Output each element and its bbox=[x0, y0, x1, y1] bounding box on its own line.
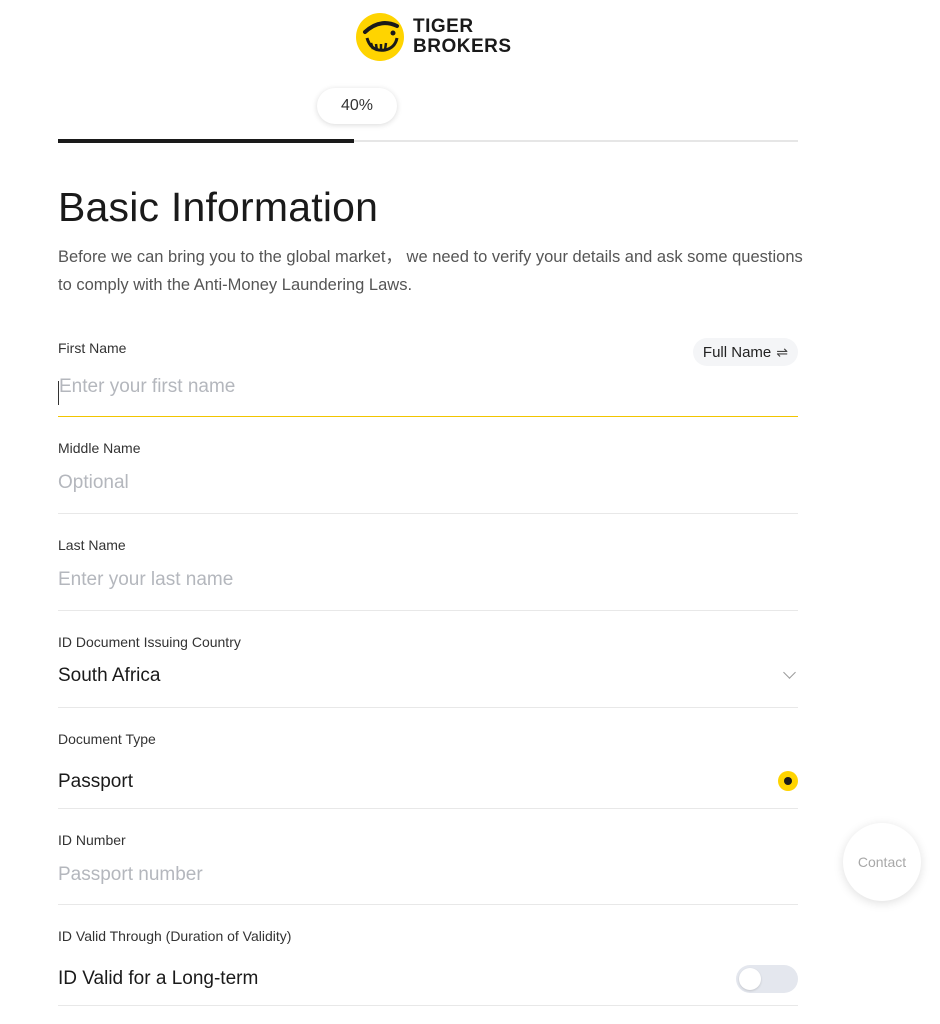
long-term-toggle-switch[interactable] bbox=[736, 965, 798, 993]
first-name-label: First Name bbox=[58, 340, 127, 356]
document-type-option-passport[interactable]: Passport bbox=[58, 771, 133, 793]
id-long-term-label: ID Valid for a Long-term bbox=[58, 968, 259, 989]
full-name-toggle-label: Full Name bbox=[702, 343, 772, 361]
logo-line-2: BROKERS bbox=[413, 36, 512, 57]
middle-name-input[interactable] bbox=[58, 470, 658, 496]
issuing-country-value: South Africa bbox=[58, 665, 161, 686]
progress-bar bbox=[58, 139, 798, 143]
document-type-field: Document Type Passport bbox=[58, 729, 798, 809]
tiger-logo-icon bbox=[356, 13, 404, 61]
document-type-label: Document Type bbox=[58, 731, 156, 747]
id-number-field: ID Number bbox=[58, 830, 798, 905]
id-valid-through-field: ID Valid Through (Duration of Validity) … bbox=[58, 926, 798, 1006]
issuing-country-select[interactable]: ID Document Issuing Country South Africa bbox=[58, 632, 798, 708]
first-name-input[interactable] bbox=[58, 374, 659, 400]
tiger-brokers-logo: TIGER BROKERS bbox=[355, 12, 512, 62]
issuing-country-label: ID Document Issuing Country bbox=[58, 634, 241, 650]
logo-line-1: TIGER bbox=[413, 16, 474, 37]
full-name-toggle-button[interactable]: Full Name ⇌ bbox=[692, 338, 798, 366]
middle-name-field: Middle Name bbox=[58, 438, 798, 514]
id-number-input[interactable] bbox=[58, 862, 658, 888]
progress-bar-fill bbox=[58, 139, 354, 143]
progress-label: 40% bbox=[340, 97, 374, 114]
middle-name-label: Middle Name bbox=[58, 440, 141, 456]
last-name-label: Last Name bbox=[58, 537, 126, 553]
last-name-field: Last Name bbox=[58, 535, 798, 611]
radio-selected-icon[interactable] bbox=[778, 771, 798, 791]
page-description: Before we can bring you to the global ma… bbox=[58, 248, 803, 294]
swap-icon: ⇌ bbox=[776, 343, 788, 360]
chevron-down-icon bbox=[783, 666, 796, 679]
radio-dot bbox=[784, 777, 792, 785]
last-name-input[interactable] bbox=[58, 567, 658, 593]
contact-label: Contact bbox=[857, 854, 907, 870]
id-number-label: ID Number bbox=[58, 832, 126, 848]
progress-percentage-badge: 40% bbox=[317, 88, 397, 124]
page-title: Basic Information bbox=[58, 184, 379, 230]
contact-button[interactable]: Contact bbox=[843, 823, 921, 901]
switch-knob bbox=[739, 968, 761, 990]
id-valid-through-label: ID Valid Through (Duration of Validity) bbox=[58, 928, 292, 944]
first-name-field: First Name Full Name ⇌ bbox=[58, 338, 798, 417]
account-opening-page: TIGER BROKERS 40% Basic Information Befo… bbox=[0, 0, 940, 1024]
logo-wordmark: TIGER BROKERS bbox=[413, 17, 512, 57]
